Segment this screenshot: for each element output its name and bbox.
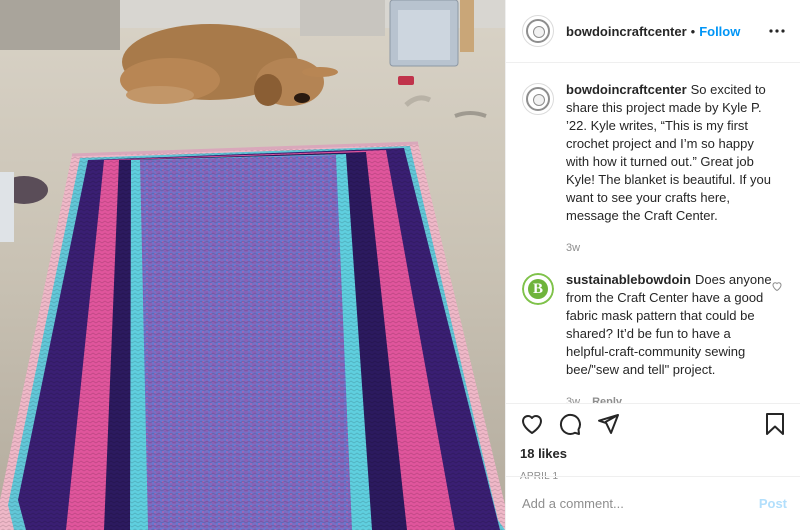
post-photo[interactable] [0,0,505,530]
action-bar: 18 likes APRIL 1 [506,403,800,482]
caption: bowdoincraftcenter So excited to share th… [522,81,785,257]
post-comment-button[interactable]: Post [759,496,787,511]
heart-icon[interactable] [520,412,544,436]
crochet-blanket-photo [0,0,505,530]
caption-text: So excited to share this project made by… [566,82,771,223]
comment-text: Does anyone from the Craft Center have a… [566,272,772,377]
profile-avatar[interactable] [522,15,554,47]
commenter-avatar-letter: B [528,279,548,299]
post-sidebar: bowdoincraftcenter • Follow bowdoincraft… [505,0,800,530]
commenter-avatar[interactable]: B [522,273,554,305]
comment-item: B sustainablebowdoin Does anyone from the… [522,271,785,403]
more-options-icon[interactable] [767,21,787,41]
separator-dot: • [690,23,696,39]
comment-input[interactable] [522,496,759,511]
comment-like-heart-icon[interactable] [771,279,783,292]
comments-section[interactable]: bowdoincraftcenter So excited to share th… [506,63,800,403]
follow-button[interactable]: Follow [699,24,740,39]
caption-avatar[interactable] [522,83,554,115]
comment-timestamp[interactable]: 3w [566,393,580,403]
post-header: bowdoincraftcenter • Follow [506,0,800,63]
comment-icon[interactable] [558,412,582,436]
comment-username[interactable]: sustainablebowdoin [566,272,691,287]
likes-count[interactable]: 18 likes [520,446,787,461]
caption-timestamp[interactable]: 3w [566,239,580,257]
username-link[interactable]: bowdoincraftcenter [566,24,687,39]
bookmark-icon[interactable] [763,412,787,436]
caption-username[interactable]: bowdoincraftcenter [566,82,687,97]
paper-plane-icon[interactable] [596,412,620,436]
add-comment-bar: Post [506,476,800,530]
reply-button[interactable]: Reply [592,393,622,403]
